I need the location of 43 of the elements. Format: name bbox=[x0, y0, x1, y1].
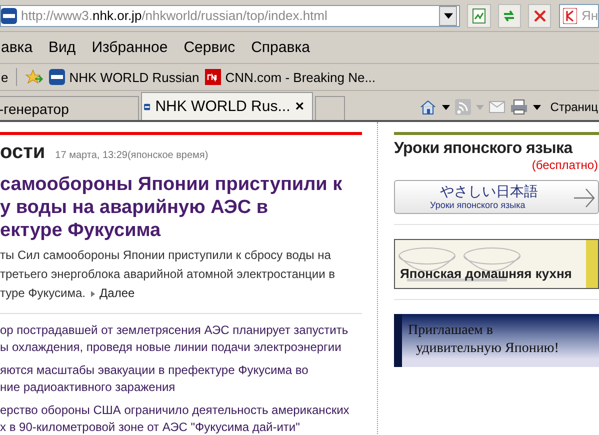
menu-item[interactable]: Избранное bbox=[92, 39, 168, 56]
summary-text: ты Сил самообороны Японии приступили к сбросу воды на bbox=[0, 247, 331, 264]
add-favorite-icon[interactable] bbox=[25, 69, 44, 85]
summary-text: третьего энергоблока аварийной атомной электростанции в bbox=[0, 266, 335, 283]
print-icon[interactable] bbox=[510, 99, 528, 115]
headline-link[interactable]: ектуре Фукусима bbox=[0, 219, 161, 242]
search-engine-logo bbox=[563, 8, 578, 24]
menu-item[interactable]: Вид bbox=[48, 39, 76, 56]
site-logo-icon bbox=[49, 69, 66, 85]
menu-item[interactable]: Сервис bbox=[184, 39, 236, 56]
arrow-icon bbox=[90, 290, 95, 296]
summary-text: туре Фукусима. bbox=[0, 285, 86, 302]
favorites-item[interactable]: е bbox=[1, 70, 8, 84]
sidebar-title: Уроки японского языка bbox=[394, 140, 574, 158]
cooking-banner[interactable]: Японская домашняя кухня bbox=[394, 239, 599, 289]
dropdown-icon[interactable] bbox=[439, 6, 458, 26]
travel-banner[interactable]: Приглашаем в удивительную Японию! bbox=[394, 314, 599, 367]
related-news-link[interactable]: ерство обороны США ограничило деятельность американских х в 90-километровой зоне от АЭС "Фукусима дай-ити" bbox=[0, 402, 350, 435]
lessons-button[interactable]: やさしい日本語 Уроки японского языка bbox=[394, 180, 599, 214]
site-logo-icon bbox=[205, 69, 222, 85]
related-news-link[interactable]: яются масштабы эвакуации в префектуре Фукусима во ние радиоактивного заражения bbox=[0, 362, 308, 396]
menu-item[interactable]: Справка bbox=[251, 39, 310, 56]
page-menu[interactable]: Страниц bbox=[550, 100, 598, 114]
home-icon[interactable] bbox=[419, 99, 438, 115]
more-link[interactable]: Далее bbox=[100, 284, 135, 303]
arrow-icon bbox=[572, 186, 596, 210]
address-field[interactable]: http://www3.nhk.or.jp/nhkworld/russian/top/index.html bbox=[0, 4, 460, 26]
menu-item[interactable]: авка bbox=[1, 39, 33, 56]
browser-tab[interactable]: NHK WORLD Rus... × bbox=[141, 92, 313, 120]
caret-icon[interactable] bbox=[533, 104, 542, 110]
free-label: (бесплатно) bbox=[530, 158, 598, 172]
favorites-item[interactable]: NHK WORLD Russian bbox=[49, 69, 200, 85]
favorites-item[interactable]: CNN.com - Breaking Ne... bbox=[205, 69, 376, 85]
headline-link[interactable]: у воды на аварийную АЭС в bbox=[0, 196, 268, 219]
section-title: ости bbox=[0, 141, 46, 164]
stop-icon[interactable] bbox=[528, 4, 552, 28]
caret-icon[interactable] bbox=[442, 104, 450, 110]
refresh-icon[interactable] bbox=[498, 4, 522, 28]
headline-link[interactable]: самообороны Японии приступили к bbox=[0, 173, 342, 196]
site-logo-icon bbox=[1, 8, 17, 24]
related-news-link[interactable]: ор пострадавшей от землетрясения АЭС планирует запустить ы охлаждения, проведя новые линии подачи электроэнергии bbox=[0, 322, 348, 356]
compatibility-icon[interactable] bbox=[467, 4, 491, 28]
timestamp: 17 марта, 13:29(японское время) bbox=[55, 150, 208, 161]
